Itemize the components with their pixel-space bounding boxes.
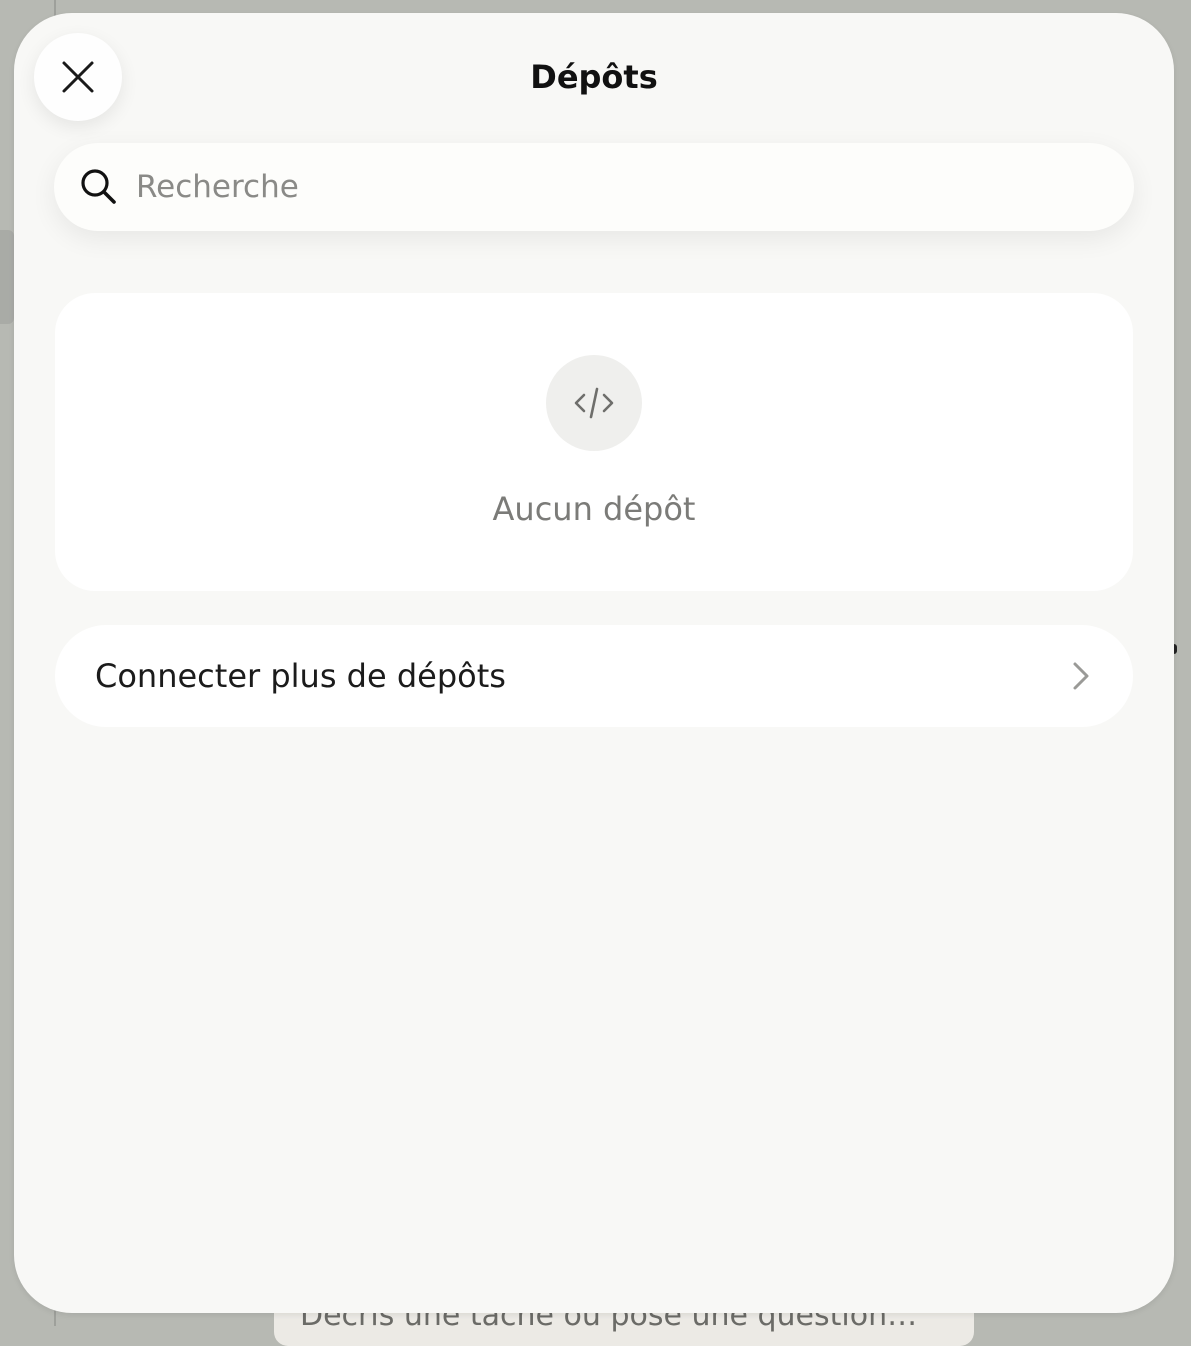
chevron-right-icon xyxy=(1073,662,1089,690)
repositories-sheet: Dépôts Aucun dépôt Connecter plus de dép… xyxy=(14,13,1174,1313)
code-icon-badge xyxy=(546,355,642,451)
connect-more-repositories-label: Connecter plus de dépôts xyxy=(95,657,506,695)
search-bar[interactable] xyxy=(54,143,1134,231)
search-icon xyxy=(81,169,116,204)
empty-state-card: Aucun dépôt xyxy=(55,293,1133,591)
page-title: Dépôts xyxy=(530,58,658,96)
empty-state-message: Aucun dépôt xyxy=(492,490,696,528)
backdrop-tab xyxy=(0,230,14,324)
search-input[interactable] xyxy=(134,156,1098,218)
code-icon xyxy=(574,387,614,419)
connect-more-repositories-button[interactable]: Connecter plus de dépôts xyxy=(55,625,1133,727)
